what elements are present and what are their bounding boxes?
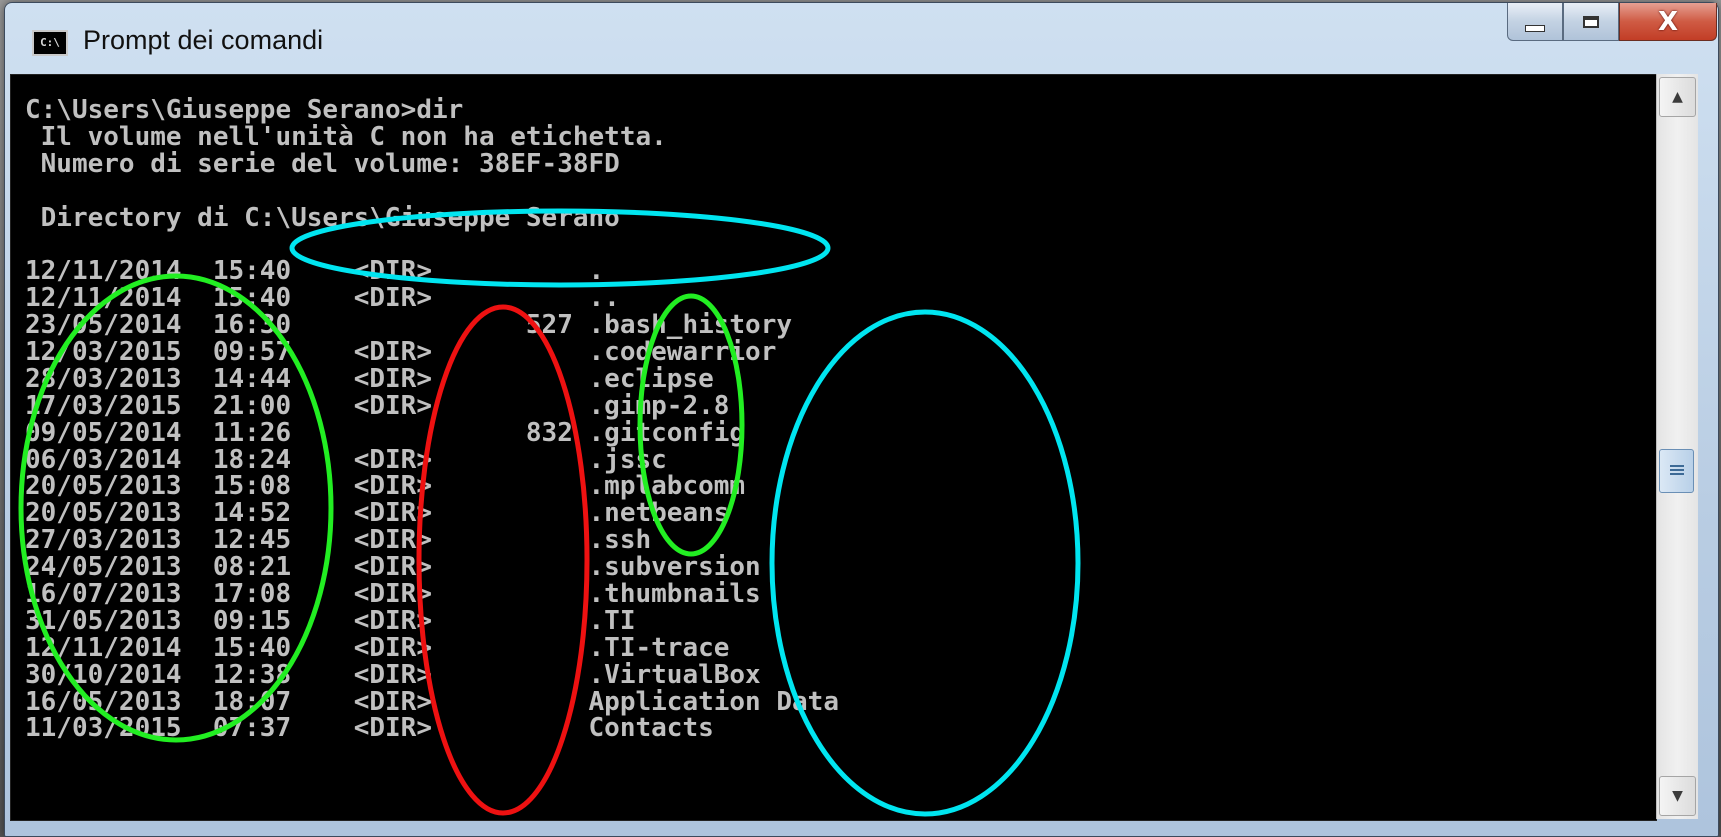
console-line: 24/05/2013 08:21 <DIR> .subversion [25, 552, 761, 583]
close-icon: X [1657, 6, 1679, 37]
console-line: 16/07/2013 17:08 <DIR> .thumbnails [25, 579, 761, 610]
console-line: 12/11/2014 15:40 <DIR> .TI-trace [25, 632, 730, 663]
scroll-up-button[interactable]: ▲ [1659, 77, 1696, 117]
console-line: Numero di serie del volume: 38EF-38FD [25, 148, 620, 179]
console-line: 12/11/2014 15:40 <DIR> . [25, 256, 605, 287]
console-line: C:\Users\Giuseppe Serano>dir [25, 95, 464, 125]
maximize-icon [1583, 15, 1599, 28]
console-output-area[interactable]: C:\Users\Giuseppe Serano>dir Il volume n… [10, 74, 1657, 821]
console-line: 17/03/2015 21:00 <DIR> .gimp-2.8 [25, 390, 730, 421]
minimize-icon [1525, 25, 1545, 32]
console-line: 06/03/2014 18:24 <DIR> .jssc [25, 444, 667, 475]
caption-buttons: X [1507, 3, 1717, 43]
console-line: 12/11/2014 15:40 <DIR> .. [25, 283, 620, 314]
maximize-button[interactable] [1563, 3, 1619, 41]
window-title: Prompt dei comandi [83, 25, 324, 55]
arrow-up-icon: ▲ [1672, 89, 1683, 105]
console-line: 11/03/2015 07:37 <DIR> Contacts [25, 713, 714, 744]
console-line: 20/05/2013 14:52 <DIR> .netbeans [25, 498, 730, 529]
vertical-scrollbar[interactable]: ▲ ▼ [1656, 74, 1698, 819]
console-line: Il volume nell'unità C non ha etichetta. [25, 121, 667, 152]
console-line: Directory di C:\Users\Giuseppe Serano [25, 202, 620, 233]
console-line: 12/03/2015 09:57 <DIR> .codewarrior [25, 337, 777, 368]
title-bar[interactable]: C:\ Prompt dei comandi X [5, 3, 1718, 81]
console-line: 20/05/2013 15:08 <DIR> .mplabcomm [25, 471, 746, 502]
console-app-icon[interactable]: C:\ [32, 30, 68, 56]
scroll-thumb[interactable] [1659, 449, 1694, 493]
scroll-down-button[interactable]: ▼ [1659, 776, 1696, 816]
console-line: 23/05/2014 16:30 527 .bash_history [25, 310, 793, 341]
console-line: 27/03/2013 12:45 <DIR> .ssh [25, 525, 652, 556]
close-button[interactable]: X [1619, 3, 1717, 41]
console-text: C:\Users\Giuseppe Serano>dir Il volume n… [25, 97, 839, 742]
console-line: 31/05/2013 09:15 <DIR> .TI [25, 605, 636, 636]
minimize-button[interactable] [1507, 3, 1563, 41]
console-line: 30/10/2014 12:38 <DIR> .VirtualBox [25, 659, 761, 690]
console-line: 09/05/2014 11:26 832 .gitconfig [25, 417, 746, 448]
console-line: 16/05/2013 18:07 <DIR> Application Data [25, 686, 839, 717]
arrow-down-icon: ▼ [1672, 788, 1683, 804]
grip-icon [1669, 465, 1684, 477]
console-line: 28/03/2013 14:44 <DIR> .eclipse [25, 363, 714, 394]
